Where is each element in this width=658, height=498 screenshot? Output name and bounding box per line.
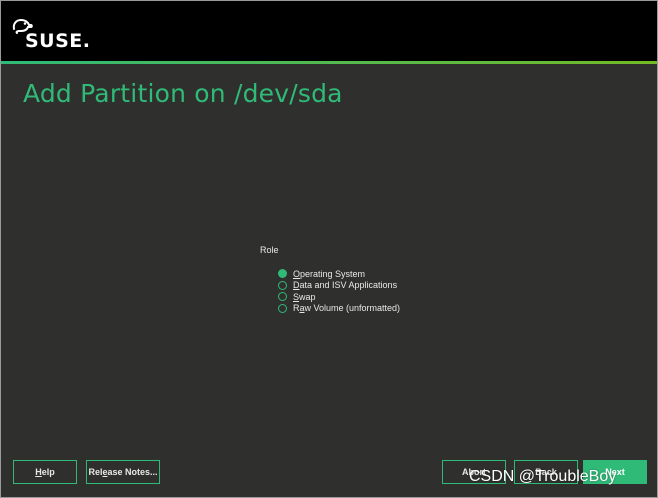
abort-button[interactable]: Abort [442,460,506,484]
radio-label: Operating System [293,268,366,279]
suse-logo: SUSE. [11,17,90,53]
radio-raw-volume[interactable]: Raw Volume (unformatted) [260,303,400,315]
radio-button[interactable] [278,292,287,302]
radio-label: Swap [293,291,316,302]
header-accent-line [1,61,657,64]
next-button[interactable]: Next [583,460,647,484]
radio-label: Data and ISV Applications [293,280,398,291]
radio-button[interactable] [278,280,287,290]
radio-swap[interactable]: Swap [260,291,400,303]
release-notes-button[interactable]: Rel e ase Notes... [86,460,160,484]
role-radio-group: Role Operating System Data and ISV Appli… [260,245,400,314]
logo-text: SUSE. [25,30,91,52]
role-label: Role [260,245,279,255]
help-button[interactable]: Help [13,460,77,484]
radio-button-checked[interactable] [278,269,287,279]
header-bar: SUSE. [1,1,657,61]
installer-window: SUSE. Add Partition on /dev/sda Role Ope… [0,0,658,498]
radio-data-isv-applications[interactable]: Data and ISV Applications [260,280,400,292]
radio-button[interactable] [278,303,287,313]
radio-operating-system[interactable]: Operating System [260,268,400,280]
page-title: Add Partition on /dev/sda [23,79,343,108]
radio-label: Raw Volume (unformatted) [293,303,401,314]
back-button[interactable]: Back [514,460,578,484]
